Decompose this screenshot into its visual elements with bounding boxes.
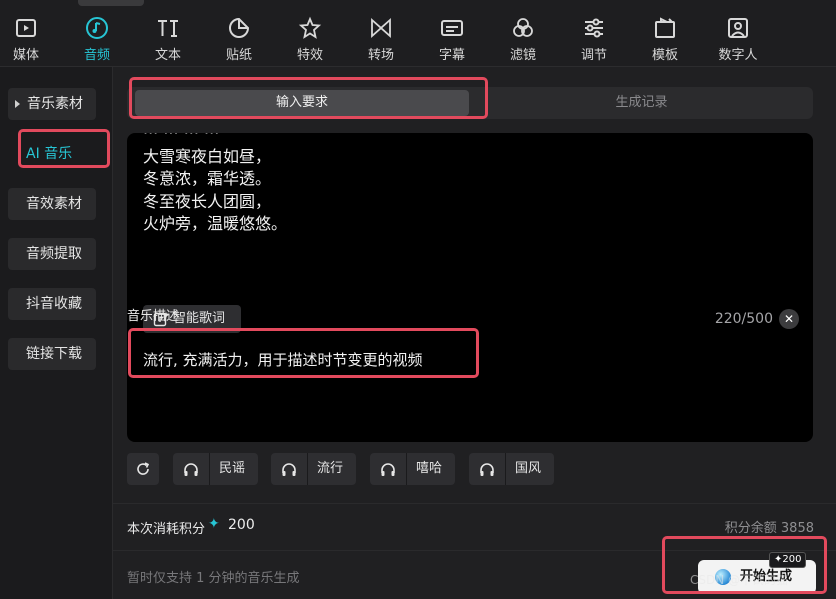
sidebar-item-label: 音乐素材 bbox=[27, 96, 83, 112]
toolbar-template-label: 模板 bbox=[651, 48, 678, 63]
style-tag-label: 流行 bbox=[317, 461, 344, 476]
toolbar-digital-human-label: 数字人 bbox=[718, 48, 758, 63]
toolbar-digital-human[interactable]: 数字人 bbox=[708, 16, 768, 64]
toolbar-filter[interactable]: 滤镜 bbox=[493, 16, 553, 64]
sidebar-item-music-library[interactable]: 音乐素材 bbox=[8, 88, 96, 120]
sidebar-item-label: AI 音乐 bbox=[26, 146, 73, 162]
character-count: 220/500 bbox=[714, 311, 773, 327]
toolbar-text-label: 文本 bbox=[154, 48, 181, 63]
toolbar-subtitle[interactable]: 字幕 bbox=[422, 16, 482, 64]
sidebar-item-label: 音频提取 bbox=[26, 246, 82, 262]
ai-music-panel: 输入要求 生成记录 ··· ··· ··· ··· 大雪寒夜白如昼， 冬意浓，霜… bbox=[113, 67, 836, 599]
star-effect-icon bbox=[298, 16, 322, 39]
clear-lyrics-button[interactable]: ✕ bbox=[779, 309, 799, 329]
headphones-icon bbox=[173, 453, 210, 485]
headphones-icon bbox=[469, 453, 506, 485]
digital-human-icon bbox=[728, 18, 748, 38]
tab-input-requirements[interactable]: 输入要求 bbox=[135, 90, 469, 116]
duration-notice: 暂时仅支持 1 分钟的音乐生成 bbox=[127, 571, 300, 586]
refresh-styles-button[interactable] bbox=[127, 453, 159, 485]
toolbar-media[interactable]: 媒体 bbox=[0, 16, 56, 64]
sidebar-item-audio-extract[interactable]: 音频提取 bbox=[8, 238, 96, 270]
toolbar-media-label: 媒体 bbox=[12, 48, 39, 63]
smart-lyrics-label: 智能歌词 bbox=[173, 311, 226, 326]
transition-icon bbox=[371, 17, 391, 39]
tab-generation-history[interactable]: 生成记录 bbox=[470, 90, 813, 116]
sidebar-item-douyin-favorites[interactable]: 抖音收藏 bbox=[8, 288, 96, 320]
lyrics-textarea[interactable]: ··· ··· ··· ··· 大雪寒夜白如昼， 冬意浓，霜华透。 冬至夜长人团… bbox=[127, 133, 813, 350]
style-tag-label: 国风 bbox=[515, 461, 542, 476]
headphones-icon bbox=[271, 453, 308, 485]
toolbar-text[interactable]: 文本 bbox=[138, 16, 198, 64]
toolbar-filter-label: 滤镜 bbox=[509, 48, 536, 63]
toolbar-audio[interactable]: 音频 bbox=[67, 16, 127, 64]
toolbar-adjust-label: 调节 bbox=[580, 48, 607, 63]
toolbar-audio-label: 音频 bbox=[83, 48, 110, 63]
lyrics-line: 冬至夜长人团圆， bbox=[143, 192, 272, 211]
sidebar-item-label: 链接下载 bbox=[26, 346, 82, 362]
adjust-sliders-icon bbox=[585, 18, 603, 38]
toolbar-sticker[interactable]: 贴纸 bbox=[209, 16, 269, 64]
media-icon bbox=[16, 19, 36, 37]
sparkle-icon: ✦ bbox=[208, 516, 220, 532]
mode-tabs: 输入要求 生成记录 bbox=[127, 87, 813, 119]
template-icon bbox=[655, 17, 675, 38]
headphones-icon bbox=[370, 453, 407, 485]
lyrics-line: 火炉旁，温暖悠悠。 bbox=[143, 214, 288, 233]
toolbar-subtitle-label: 字幕 bbox=[438, 48, 465, 63]
style-tag-hiphop[interactable]: 嘻哈 bbox=[370, 453, 455, 485]
watermark: CSDN @不试的猫 bbox=[690, 573, 789, 587]
style-tag-folk[interactable]: 民谣 bbox=[173, 453, 258, 485]
sticker-icon bbox=[229, 17, 250, 38]
sidebar-item-link-download[interactable]: 链接下载 bbox=[8, 338, 96, 370]
toolbar-transition-label: 转场 bbox=[367, 48, 394, 63]
subtitle-icon bbox=[441, 20, 463, 36]
toolbar-sticker-label: 贴纸 bbox=[225, 48, 252, 63]
sidebar-item-ai-music[interactable]: AI 音乐 bbox=[8, 138, 96, 170]
caret-right-icon bbox=[15, 100, 20, 108]
style-tag-label: 嘻哈 bbox=[416, 461, 443, 476]
style-tag-label: 民谣 bbox=[219, 461, 246, 476]
text-icon bbox=[158, 20, 178, 37]
refresh-icon bbox=[137, 462, 150, 475]
sidebar-item-sound-effects[interactable]: 音效素材 bbox=[8, 188, 96, 220]
filter-icon bbox=[513, 18, 533, 37]
credit-cost-label: 本次消耗积分 bbox=[127, 522, 206, 537]
music-note-icon bbox=[86, 17, 108, 39]
music-description-textarea[interactable]: 流行, 充满活力，用于描述时节变更的视频 bbox=[127, 333, 813, 442]
music-description-label: 音乐描述 bbox=[127, 309, 180, 324]
credit-cost-value: 200 bbox=[228, 517, 255, 533]
toolbar-template[interactable]: 模板 bbox=[635, 16, 695, 64]
generate-cost-badge: ✦200 bbox=[769, 552, 807, 568]
top-toolbar: 媒体 音频 文本 贴纸 特效 转场 字幕 滤镜 调节 模板 数字人 bbox=[0, 0, 836, 67]
toolbar-effects-label: 特效 bbox=[296, 48, 323, 63]
style-tag-guofeng[interactable]: 国风 bbox=[469, 453, 554, 485]
credit-cost-row: 本次消耗积分 ✦ 200 积分余额 3858 bbox=[113, 503, 836, 551]
sidebar: 音乐素材 AI 音乐 音效素材 音频提取 抖音收藏 链接下载 bbox=[0, 67, 113, 599]
toolbar-transition[interactable]: 转场 bbox=[351, 16, 411, 64]
credit-balance: 积分余额 3858 bbox=[724, 521, 814, 536]
sidebar-item-label: 抖音收藏 bbox=[26, 296, 82, 312]
sidebar-item-label: 音效素材 bbox=[26, 196, 82, 212]
close-icon: ✕ bbox=[783, 312, 795, 326]
window-tab-stub bbox=[78, 0, 144, 6]
lyrics-line-partial: ··· ··· ··· ··· bbox=[143, 133, 219, 142]
lyrics-line: 冬意浓，霜华透。 bbox=[143, 169, 272, 188]
lyrics-line: 大雪寒夜白如昼， bbox=[143, 147, 272, 166]
toolbar-adjust[interactable]: 调节 bbox=[564, 16, 624, 64]
music-description-text: 流行, 充满活力，用于描述时节变更的视频 bbox=[143, 351, 423, 369]
toolbar-effects[interactable]: 特效 bbox=[280, 16, 340, 64]
style-tag-pop[interactable]: 流行 bbox=[271, 453, 356, 485]
